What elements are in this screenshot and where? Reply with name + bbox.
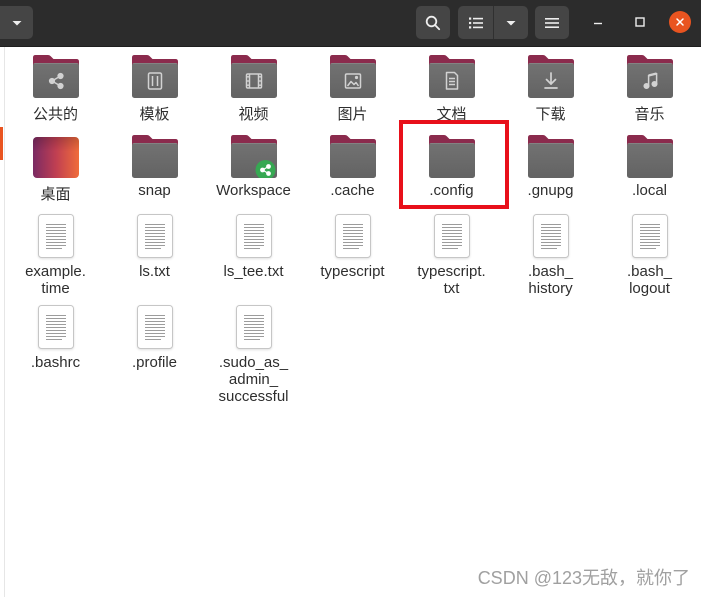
file-grid-row: 桌面 snap Workspace .cache .config .gnupg … [6,135,699,203]
maximize-icon [635,17,645,27]
text-file-icon [236,214,272,258]
list-view-button[interactable] [458,6,493,39]
folder-item-cache[interactable]: .cache [303,135,402,203]
minimize-button[interactable] [587,11,609,33]
item-label: ls.txt [139,263,170,280]
file-item-ls-tee-txt[interactable]: ls_tee.txt [204,214,303,297]
videos-folder-icon [231,55,277,98]
folder-item-templates[interactable]: 模板 [105,55,204,123]
folder-icon [330,135,376,178]
pictures-folder-icon [330,55,376,98]
item-label: 下载 [535,106,566,123]
search-button[interactable] [416,6,450,39]
folder-icon [528,135,574,178]
file-item-example-time[interactable]: example. time [6,214,105,297]
file-grid-row: example. time ls.txt ls_tee.txt typescri… [6,214,699,297]
item-label: .bashrc [30,354,81,371]
file-grid-row: .bashrc .profile .sudo_as_ admin_ succes… [6,305,303,405]
folder-item-workspace[interactable]: Workspace [204,135,303,203]
path-dropdown-button[interactable] [0,6,33,39]
list-view-icon [468,17,483,28]
file-item-bash-logout[interactable]: .bash_ logout [600,214,699,297]
file-item-ls-txt[interactable]: ls.txt [105,214,204,297]
text-file-icon [137,214,173,258]
chevron-down-icon [506,20,516,25]
folder-item-gnupg[interactable]: .gnupg [501,135,600,203]
item-label: .local [631,182,668,199]
maximize-button[interactable] [629,11,651,33]
sidebar-border [4,47,5,597]
minimize-icon [594,22,602,25]
file-item-profile[interactable]: .profile [105,305,204,405]
text-file-icon [38,305,74,349]
item-label: 模板 [139,106,170,123]
folder-item-snap[interactable]: snap [105,135,204,203]
shared-folder-icon [231,135,277,178]
folder-item-local[interactable]: .local [600,135,699,203]
folder-item-downloads[interactable]: 下载 [501,55,600,123]
folder-item-desktop[interactable]: 桌面 [6,135,105,203]
item-label: 视频 [238,106,269,123]
text-file-icon [533,214,569,258]
view-toggle-group [458,6,528,39]
file-item-bashrc[interactable]: .bashrc [6,305,105,405]
search-icon [425,15,441,30]
text-file-icon [632,214,668,258]
item-label: typescript. txt [417,263,486,297]
item-label: .bash_ logout [626,263,673,297]
folder-item-documents[interactable]: 文档 [402,55,501,123]
hamburger-menu-icon [545,17,559,28]
text-file-icon [236,305,272,349]
folder-item-music[interactable]: 音乐 [600,55,699,123]
view-options-button[interactable] [493,6,528,39]
item-label: .profile [131,354,178,371]
folder-item-public[interactable]: 公共的 [6,55,105,123]
item-label: typescript [320,263,385,280]
folder-icon [132,135,178,178]
music-folder-icon [627,55,673,98]
templates-folder-icon [132,55,178,98]
sidebar-selected-indicator[interactable] [0,127,3,160]
close-button[interactable] [669,11,691,33]
item-label: ls_tee.txt [223,263,284,280]
folder-item-videos[interactable]: 视频 [204,55,303,123]
public-folder-icon [33,55,79,98]
highlight-annotation-box [399,120,509,209]
item-label: snap [138,182,171,199]
item-label: example. time [25,263,86,297]
item-label: 公共的 [32,106,78,123]
documents-folder-icon [429,55,475,98]
chevron-down-icon [12,20,21,25]
menu-button[interactable] [535,6,569,39]
downloads-folder-icon [528,55,574,98]
item-label: .gnupg [527,182,574,199]
text-file-icon [137,305,173,349]
file-grid-row: 公共的 模板 视频 图片 文档 下载 音乐 [6,55,699,123]
file-item-typescript[interactable]: typescript [303,214,402,297]
folder-item-pictures[interactable]: 图片 [303,55,402,123]
item-label: .bash_ history [527,263,574,297]
watermark-text: CSDN @123无敌，就你了 [477,568,690,588]
file-item-sudo-as-admin-successful[interactable]: .sudo_as_ admin_ successful [204,305,303,405]
item-label: 音乐 [634,106,665,123]
text-file-icon [434,214,470,258]
item-label: .cache [330,182,375,199]
header-bar [0,0,701,47]
file-item-typescript-txt[interactable]: typescript. txt [402,214,501,297]
item-label: Workspace [216,182,291,199]
file-view: 公共的 模板 视频 图片 文档 下载 音乐 桌面 snap Workspace … [0,47,701,597]
item-label: 图片 [337,106,368,123]
text-file-icon [38,214,74,258]
folder-icon [627,135,673,178]
text-file-icon [335,214,371,258]
item-label: .sudo_as_ admin_ successful [218,354,289,405]
item-label: 桌面 [40,186,71,203]
close-icon [676,18,684,26]
desktop-folder-icon [33,135,79,178]
file-item-bash-history[interactable]: .bash_ history [501,214,600,297]
